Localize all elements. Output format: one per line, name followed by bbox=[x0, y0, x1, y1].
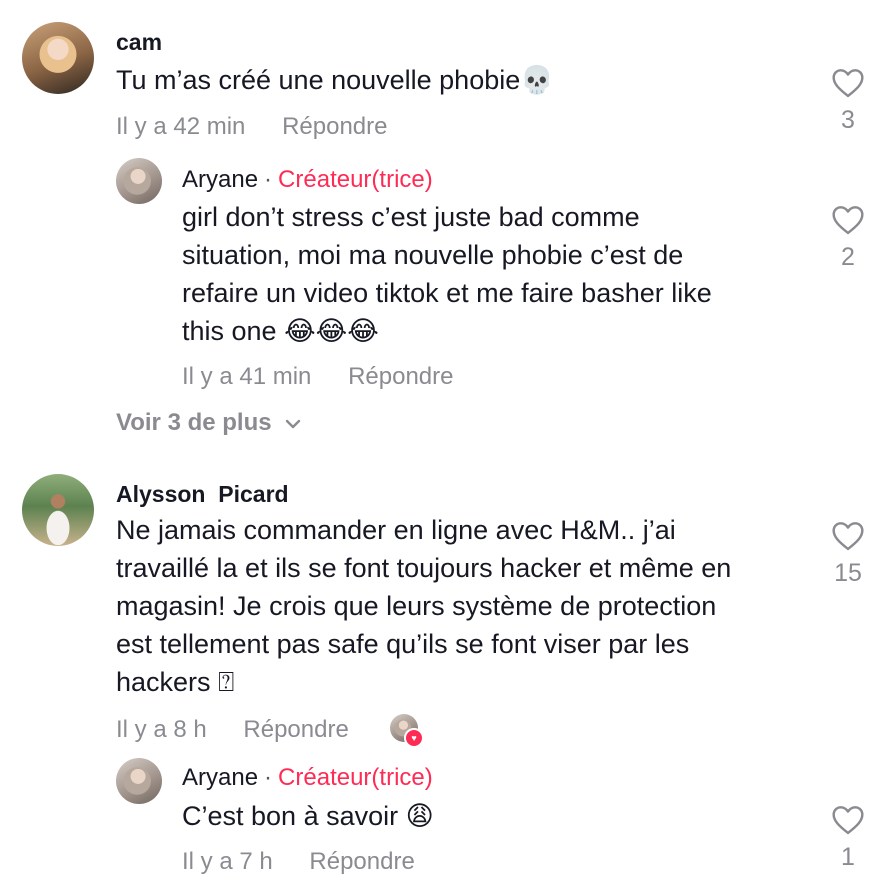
like-count: 15 bbox=[834, 559, 862, 587]
heart-outline-icon bbox=[832, 806, 864, 835]
heart-outline-icon bbox=[832, 206, 864, 235]
reply-text: girl don’t stress c’est juste bad comme … bbox=[182, 202, 712, 347]
reply-header: Aryane · Créateur(trice) bbox=[182, 166, 433, 193]
reply-text: C’est bon à savoir 😩 bbox=[182, 801, 434, 832]
reply-time: Il y a 41 min bbox=[182, 363, 312, 390]
comment-username[interactable]: cam bbox=[116, 29, 162, 56]
avatar-aryane[interactable] bbox=[116, 158, 162, 204]
heart-outline-icon bbox=[832, 69, 864, 98]
reply-button[interactable]: Répondre bbox=[348, 363, 453, 390]
avatar-aryane[interactable] bbox=[116, 758, 162, 804]
avatar-alysson[interactable] bbox=[22, 474, 94, 546]
laughing-emoji: 😂😂😂 bbox=[284, 316, 379, 347]
like-button[interactable]: 1 bbox=[828, 805, 868, 872]
chevron-down-icon bbox=[286, 419, 301, 428]
reply-meta: Il y a 7 h Répondre bbox=[182, 848, 445, 876]
comment-text: Ne jamais commander en ligne avec H&M.. … bbox=[116, 515, 732, 698]
like-button[interactable]: 3 bbox=[828, 68, 868, 135]
like-button[interactable]: 15 bbox=[828, 521, 868, 588]
reply-button[interactable]: Répondre bbox=[309, 848, 414, 875]
unknown-glyph-emoji: ⍰ bbox=[218, 667, 235, 698]
creator-badge: Créateur(trice) bbox=[278, 166, 433, 193]
reply-meta: Il y a 41 min Répondre bbox=[182, 363, 483, 391]
reply-header: Aryane · Créateur(trice) bbox=[182, 764, 433, 791]
like-count: 2 bbox=[841, 243, 855, 271]
comment-meta: Il y a 8 h Répondre bbox=[116, 716, 379, 744]
reply-username[interactable]: Aryane bbox=[182, 764, 258, 791]
comment-username[interactable]: Alysson Picard bbox=[116, 481, 289, 508]
creator-liked-indicator: ♥ bbox=[390, 714, 424, 748]
view-more-replies[interactable]: Voir 3 de plus bbox=[116, 409, 302, 437]
weary-face-emoji: 😩 bbox=[405, 801, 434, 832]
skull-emoji: 💀 bbox=[520, 65, 554, 96]
like-count: 3 bbox=[841, 106, 855, 134]
comment-time: Il y a 8 h bbox=[116, 716, 207, 743]
like-count: 1 bbox=[841, 843, 855, 871]
comment-time: Il y a 42 min bbox=[116, 113, 246, 140]
reply-button[interactable]: Répondre bbox=[282, 113, 387, 140]
like-button[interactable]: 2 bbox=[828, 205, 868, 272]
reply-time: Il y a 7 h bbox=[182, 848, 273, 875]
reply-button[interactable]: Répondre bbox=[243, 716, 348, 743]
comment-meta: Il y a 42 min Répondre bbox=[116, 113, 417, 141]
avatar-cam[interactable] bbox=[22, 22, 94, 94]
creator-badge: Créateur(trice) bbox=[278, 764, 433, 791]
creator-liked-heart-icon: ♥ bbox=[404, 728, 424, 748]
reply-username[interactable]: Aryane bbox=[182, 166, 258, 193]
heart-outline-icon bbox=[832, 522, 864, 551]
comment-text: Tu m’as créé une nouvelle phobie💀 bbox=[116, 65, 554, 96]
